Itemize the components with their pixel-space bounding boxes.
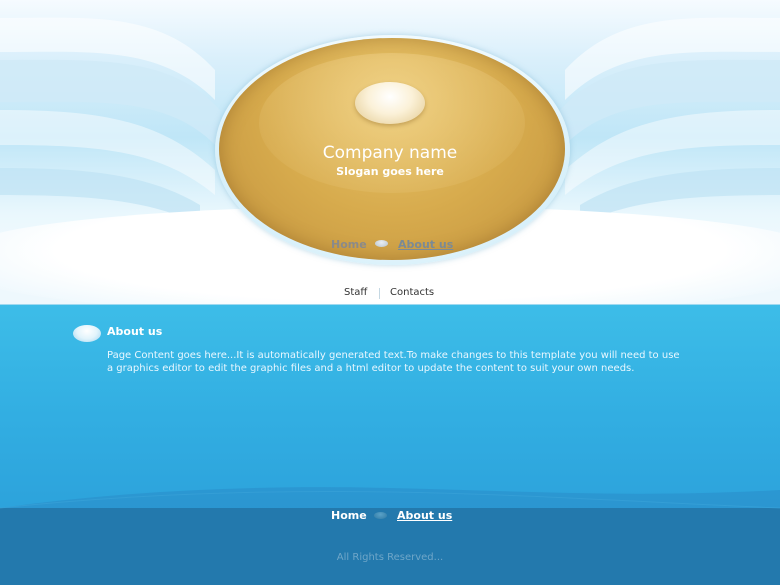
section-title: About us bbox=[107, 325, 163, 338]
subnav-contacts-link[interactable]: Contacts bbox=[390, 287, 434, 298]
nav-home-link[interactable]: Home bbox=[331, 238, 367, 251]
footer-about-link[interactable]: About us bbox=[397, 509, 452, 522]
content-divider bbox=[0, 304, 780, 305]
nav-about-link[interactable]: About us bbox=[398, 238, 453, 251]
footer bbox=[0, 487, 780, 585]
copyright-text: All Rights Reserved... bbox=[336, 552, 444, 563]
subnav-divider bbox=[379, 288, 380, 299]
section-bullet-icon bbox=[73, 325, 101, 342]
top-nav: Home About us bbox=[0, 238, 780, 254]
section-body: Page Content goes here...It is automatic… bbox=[107, 350, 680, 374]
logo-pill-icon bbox=[355, 82, 425, 124]
nav-separator-dot-icon bbox=[375, 240, 388, 247]
site-header: Company name Slogan goes here Home About… bbox=[0, 0, 780, 305]
slogan: Slogan goes here bbox=[336, 165, 444, 178]
footer-home-link[interactable]: Home bbox=[331, 509, 367, 522]
footer-separator-dot-icon bbox=[374, 512, 387, 519]
company-name: Company name bbox=[322, 143, 458, 163]
subnav-staff-link[interactable]: Staff bbox=[344, 287, 367, 298]
